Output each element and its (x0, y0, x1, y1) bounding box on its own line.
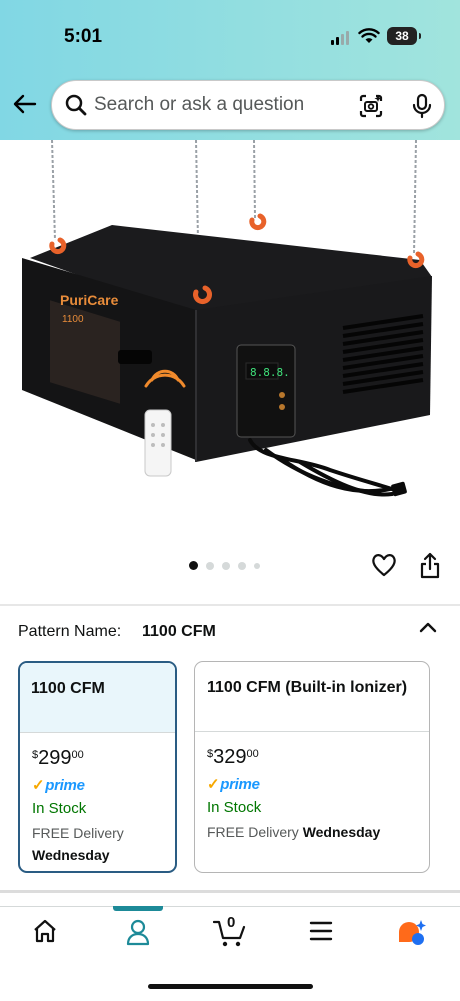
carousel-dot[interactable] (254, 562, 260, 569)
camera-search-icon[interactable] (357, 92, 385, 120)
price: $32900 (207, 746, 259, 768)
back-arrow-icon[interactable] (11, 90, 39, 118)
search-icon (65, 94, 87, 116)
variation-option-1100-cfm[interactable]: 1100 CFM $29900 ✓prime In Stock FREE Del… (18, 661, 177, 873)
prime-badge: ✓prime (32, 777, 85, 794)
heart-icon[interactable] (370, 552, 398, 578)
prime-badge: ✓prime (207, 776, 260, 793)
price: $29900 (32, 747, 84, 769)
pattern-name-value: 1100 CFM (142, 623, 216, 640)
rufus-assistant-icon[interactable] (396, 918, 428, 948)
cart-count: 0 (227, 914, 236, 931)
stock-status: In Stock (32, 800, 87, 817)
active-tab-indicator (113, 906, 163, 911)
account-icon[interactable] (125, 918, 151, 946)
delivery-info: FREE Delivery Wednesday (32, 825, 124, 863)
delivery-info: FREE Delivery Wednesday (207, 824, 381, 840)
pattern-name-label: Pattern Name: (18, 623, 122, 640)
cart-button[interactable]: 0 (212, 914, 247, 948)
stock-status: In Stock (207, 799, 262, 816)
section-divider (0, 604, 460, 606)
variation-option-name: 1100 CFM (Built-in lonizer) (195, 662, 429, 732)
cellular-signal-icon (331, 31, 349, 45)
battery-indicator: 38 (387, 27, 421, 45)
wifi-icon (358, 28, 380, 43)
section-divider (0, 890, 460, 893)
home-indicator (148, 984, 313, 989)
control-display: 8.8.8. (250, 366, 290, 379)
product-image[interactable]: PuriCare 1100 8.8.8. (0, 140, 460, 540)
variation-option-name: 1100 CFM (20, 663, 175, 733)
brand-logo-text: PuriCare (60, 292, 119, 308)
carousel-dot[interactable] (206, 561, 214, 570)
carousel-dot[interactable] (222, 561, 230, 570)
header: 5:01 38 Search or ask a question (0, 0, 460, 140)
microphone-icon[interactable] (410, 92, 434, 120)
variation-option-built-in-ionizer[interactable]: 1100 CFM (Built-in lonizer) $32900 ✓prim… (194, 661, 430, 873)
chevron-up-icon[interactable] (418, 618, 438, 638)
share-icon[interactable] (418, 552, 442, 580)
search-input[interactable]: Search or ask a question (94, 94, 304, 116)
carousel-dot[interactable] (238, 561, 246, 570)
menu-icon[interactable] (309, 920, 333, 942)
status-time: 5:01 (64, 26, 103, 47)
home-icon[interactable] (32, 918, 58, 944)
carousel-dot[interactable] (189, 561, 198, 570)
air-filtration-unit-image: PuriCare 1100 8.8.8. (22, 140, 432, 497)
image-carousel-dots[interactable] (189, 561, 260, 570)
search-bar[interactable]: Search or ask a question (51, 80, 445, 130)
brand-logo-subtext: 1100 (62, 314, 84, 325)
